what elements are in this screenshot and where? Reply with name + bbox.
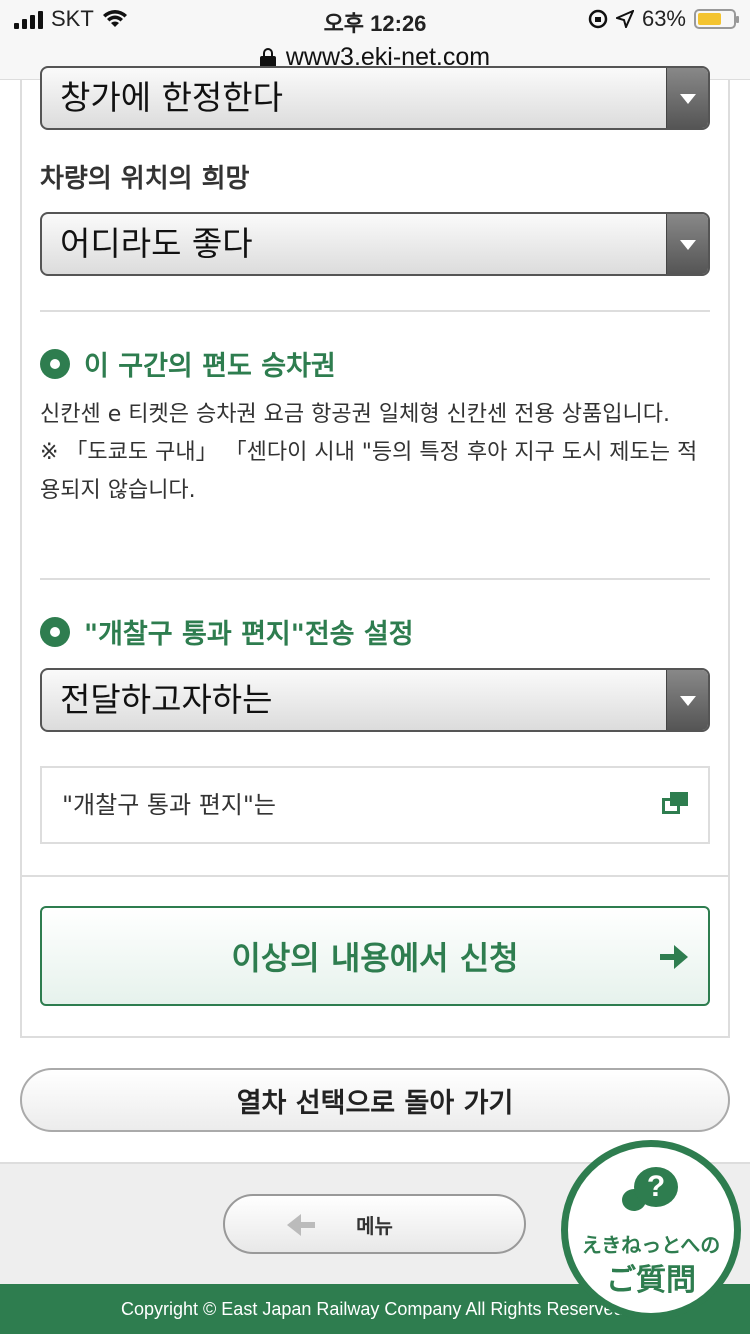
orientation-lock-icon bbox=[588, 9, 608, 29]
section-title-text: 이 구간의 편도 승차권 bbox=[84, 351, 336, 382]
new-window-icon bbox=[662, 792, 688, 816]
bullet-icon bbox=[40, 348, 70, 379]
divider bbox=[40, 310, 710, 312]
gate-mail-select[interactable]: 전달하고자하는 bbox=[40, 668, 710, 732]
faq-line1: えきねっとへの bbox=[581, 1233, 721, 1257]
question-bubble-icon: ? bbox=[622, 1167, 682, 1221]
menu-label: 메뉴 bbox=[356, 1213, 393, 1238]
faq-badge[interactable]: ? えきねっとへの ご質問 bbox=[561, 1140, 741, 1320]
submit-label: 이상의 내용에서 신청 bbox=[231, 939, 519, 977]
bullet-icon bbox=[40, 616, 70, 647]
one-way-description: 신칸센 e 티켓은 승차권 요금 항공권 일체형 신칸센 전용 상품입니다. ※… bbox=[40, 396, 716, 510]
dropdown-arrow-icon bbox=[666, 214, 708, 274]
one-way-section-title: 이 구간의 편도 승차권 bbox=[40, 344, 336, 383]
paragraph: ※ 「도쿄도 구내」 「센다이 시내 "등의 특정 후아 지구 도시 제도는 적… bbox=[40, 440, 698, 503]
select-value: 창가에 한정한다 bbox=[60, 78, 284, 117]
battery-percent: 63% bbox=[641, 6, 686, 31]
paragraph: 신칸센 e 티켓은 승차권 요금 항공권 일체형 신칸센 전용 상품입니다. bbox=[40, 402, 670, 427]
arrow-right-icon bbox=[660, 944, 688, 970]
info-link-text: "개찰구 통과 편지"는 bbox=[62, 791, 276, 819]
section-title-text: "개찰구 통과 편지"전송 설정 bbox=[84, 619, 414, 650]
question-mark: ? bbox=[634, 1167, 678, 1207]
select-value: 전달하고자하는 bbox=[60, 680, 273, 719]
gate-mail-info-link[interactable]: "개찰구 통과 편지"는 bbox=[40, 766, 710, 844]
dropdown-arrow-icon bbox=[666, 68, 708, 128]
dropdown-arrow-icon bbox=[666, 670, 708, 730]
back-label: 열차 선택으로 돌아 가기 bbox=[236, 1087, 514, 1119]
back-to-train-selection-button[interactable]: 열차 선택으로 돌아 가기 bbox=[20, 1068, 730, 1132]
status-bar: SKT 오후 12:26 63% bbox=[0, 0, 750, 40]
status-right: 63% bbox=[588, 6, 739, 32]
lock-icon bbox=[259, 47, 276, 68]
divider bbox=[20, 875, 730, 877]
gate-mail-section-title: "개찰구 통과 편지"전송 설정 bbox=[40, 612, 414, 651]
divider bbox=[40, 578, 710, 580]
select-value: 어디라도 좋다 bbox=[60, 224, 253, 263]
submit-application-button[interactable]: 이상의 내용에서 신청 bbox=[40, 906, 710, 1006]
arrow-left-icon bbox=[287, 1214, 315, 1236]
window-seat-select[interactable]: 창가에 한정한다 bbox=[40, 66, 710, 130]
location-icon bbox=[615, 10, 634, 28]
faq-line2: ご質問 bbox=[606, 1263, 696, 1298]
copyright-text: Copyright © East Japan Railway Company A… bbox=[121, 1299, 629, 1319]
menu-button[interactable]: 메뉴 bbox=[223, 1194, 526, 1254]
battery-icon bbox=[694, 9, 739, 29]
car-position-select[interactable]: 어디라도 좋다 bbox=[40, 212, 710, 276]
car-position-label: 차량의 위치의 희망 bbox=[40, 164, 250, 194]
